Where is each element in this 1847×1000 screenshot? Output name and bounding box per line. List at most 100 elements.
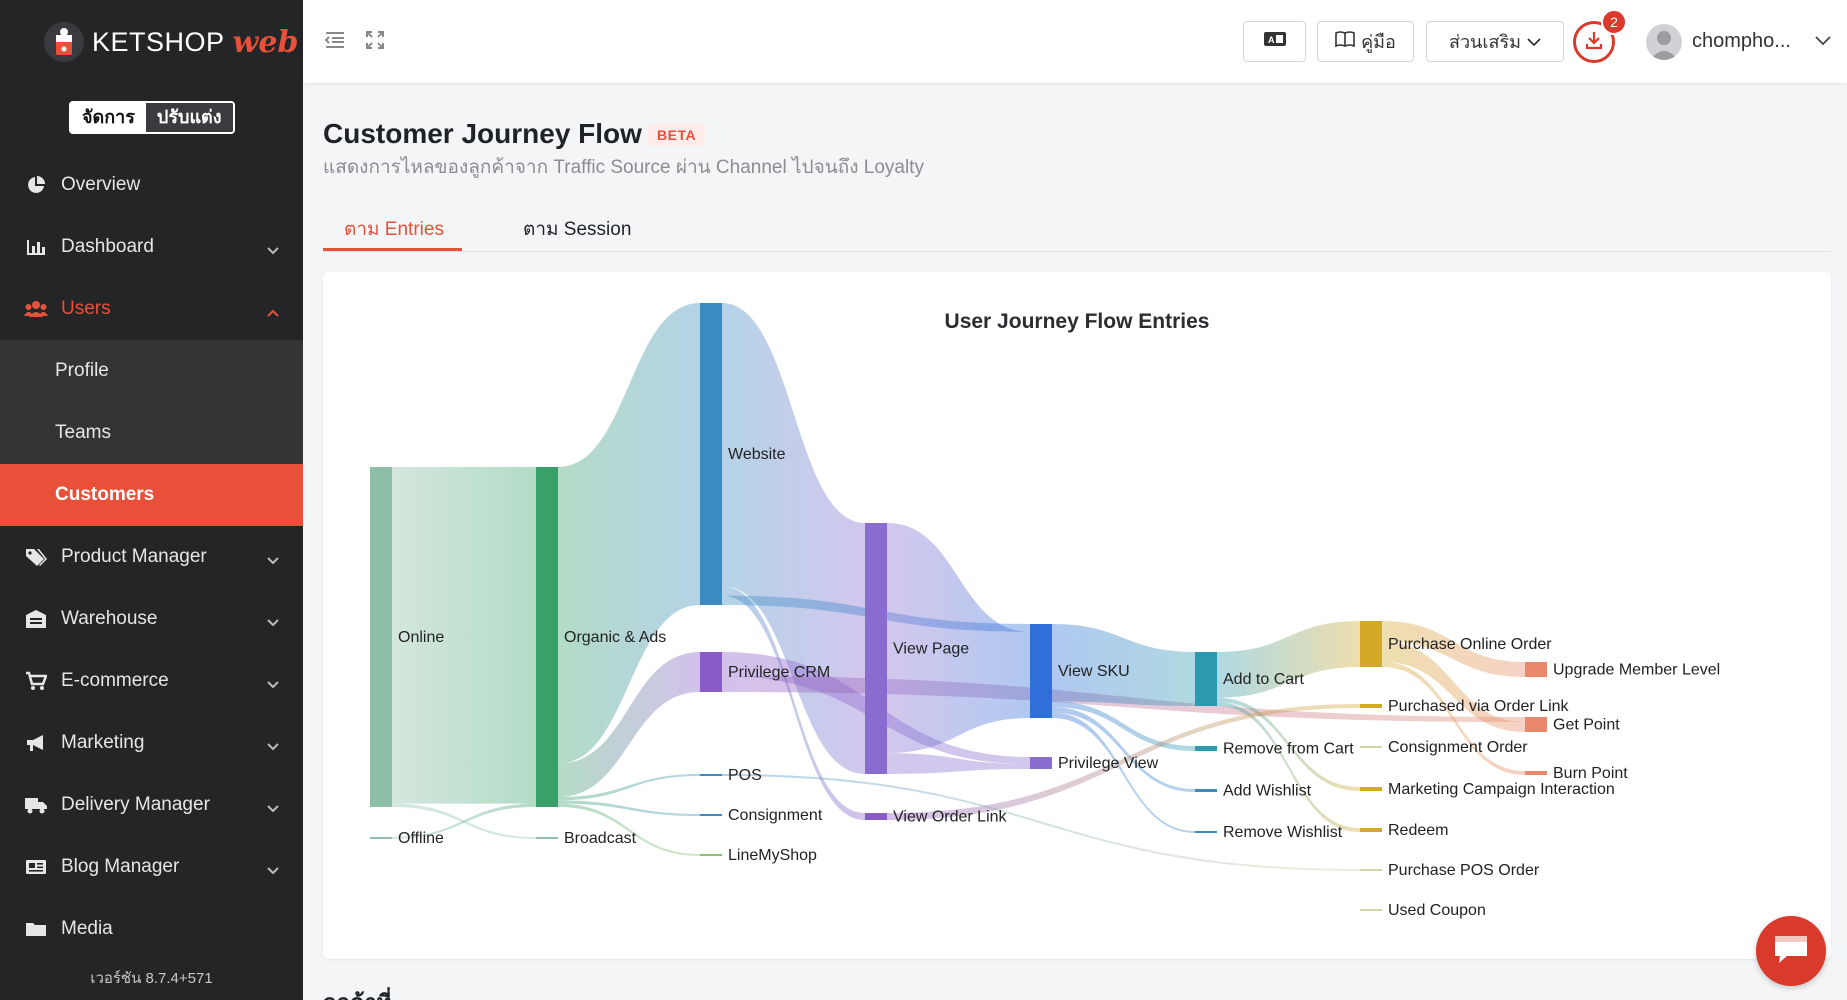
tab-session[interactable]: ตาม Session: [523, 214, 631, 244]
sankey-node-label: View Order Link: [893, 809, 1008, 826]
sankey-node-redeem[interactable]: [1360, 828, 1382, 832]
mode-manage-button[interactable]: จัดการ: [71, 103, 146, 132]
addons-dropdown[interactable]: ส่วนเสริม: [1426, 21, 1564, 62]
sidebar-item-warehouse[interactable]: Warehouse: [0, 588, 303, 650]
sidebar-item-delivery-manager[interactable]: Delivery Manager: [0, 774, 303, 836]
sankey-node-label: Purchased via Order Link: [1388, 698, 1570, 715]
sankey-node-label: Offline: [398, 830, 444, 847]
page-title: Customer Journey Flow: [323, 118, 642, 149]
sankey-node-burn-point[interactable]: [1525, 771, 1547, 775]
sankey-node-website[interactable]: [700, 303, 722, 605]
sankey-node-remove-from-cart[interactable]: [1195, 746, 1217, 751]
sankey-node-purchase-online-order[interactable]: [1360, 621, 1382, 667]
flow-link-add-to-cart-to-redeem[interactable]: [1217, 701, 1360, 832]
sankey-node-view-order-link[interactable]: [865, 813, 887, 820]
chart-card: User Journey Flow Entries Online Offline O…: [323, 272, 1831, 959]
sankey-node-label: Purchase Online Order: [1388, 636, 1552, 653]
language-button[interactable]: A: [1243, 21, 1306, 62]
sankey-node-broadcast[interactable]: [536, 837, 558, 839]
sankey-node-offline[interactable]: [370, 837, 392, 839]
chevron-down-icon: [267, 859, 279, 881]
sankey-node-label: POS: [728, 767, 762, 784]
sankey-node-used-coupon[interactable]: [1360, 909, 1382, 911]
sankey-chart: Online Offline Organic & Ads Broadcast Websi…: [370, 303, 1720, 919]
page-subtitle: แสดงการไหลของลูกค้าจาก Traffic Source ผ่…: [323, 157, 924, 178]
sidebar-subitem-customers[interactable]: Customers: [0, 464, 303, 526]
sankey-node-label: View SKU: [1058, 663, 1130, 680]
sankey-node-consignment[interactable]: [700, 814, 722, 816]
active-tab-indicator: [323, 248, 462, 251]
chat-icon: [1771, 932, 1811, 971]
flow-link-view-sku-to-remove-wishlist[interactable]: [1052, 712, 1195, 833]
view-tabs: ตาม Entries ตาม Session: [323, 204, 1830, 252]
chevron-down-icon: [267, 735, 279, 757]
downloads-count-badge: 2: [1601, 9, 1627, 35]
sankey-node-consignment-order[interactable]: [1360, 746, 1382, 748]
sidebar-nav: Overview Dashboard Users Profile Teams C…: [0, 154, 303, 960]
logo-mark-icon: [44, 22, 84, 62]
sidebar-item-dashboard[interactable]: Dashboard: [0, 216, 303, 278]
sankey-node-label: Remove from Cart: [1223, 741, 1354, 758]
sankey-node-marketing-campaign-interaction[interactable]: [1360, 787, 1382, 791]
sidebar-item-media[interactable]: Media: [0, 898, 303, 960]
tab-entries[interactable]: ตาม Entries: [344, 214, 444, 244]
collapse-sidebar-icon[interactable]: [324, 30, 346, 55]
sankey-node-purchase-pos-order[interactable]: [1360, 869, 1382, 871]
chevron-down-icon[interactable]: [1815, 33, 1831, 51]
sidebar-item-blog-manager[interactable]: Blog Manager: [0, 836, 303, 898]
chevron-down-icon: [267, 611, 279, 633]
sankey-node-label: Marketing Campaign Interaction: [1388, 781, 1615, 798]
sidebar-item-label: Dashboard: [61, 236, 154, 257]
download-icon: [1584, 30, 1604, 55]
fullscreen-icon[interactable]: [365, 30, 385, 55]
sankey-node-organic-ads[interactable]: [536, 467, 558, 807]
chat-button[interactable]: [1756, 916, 1826, 986]
sankey-node-privilege-crm[interactable]: [700, 652, 722, 692]
sankey-node-get-point[interactable]: [1525, 717, 1547, 732]
chevron-up-icon: [267, 301, 279, 323]
sankey-node-label: Used Coupon: [1388, 902, 1486, 919]
sankey-node-add-wishlist[interactable]: [1195, 789, 1217, 792]
mode-switch: จัดการ ปรับแต่ง: [69, 101, 235, 134]
sidebar-item-marketing[interactable]: Marketing: [0, 712, 303, 774]
sidebar-subitem-teams[interactable]: Teams: [0, 402, 303, 464]
sankey-node-purchased-via-order-link[interactable]: [1360, 704, 1382, 708]
sidebar-item-label: Users: [61, 298, 111, 319]
sankey-node-label: Consignment: [728, 807, 823, 824]
sidebar-item-users[interactable]: Users: [0, 278, 303, 340]
sidebar-item-label: Delivery Manager: [61, 794, 210, 815]
sidebar-item-ecommerce[interactable]: E-commerce: [0, 650, 303, 712]
mode-customize-button[interactable]: ปรับแต่ง: [145, 103, 233, 132]
avatar[interactable]: [1646, 24, 1682, 60]
sankey-node-upgrade-member-level[interactable]: [1525, 662, 1547, 677]
brand-name: KETSHOP: [92, 26, 225, 57]
translate-icon: A: [1263, 31, 1287, 52]
sankey-node-label: Get Point: [1553, 717, 1620, 734]
sidebar-item-product-manager[interactable]: Product Manager: [0, 526, 303, 588]
book-icon: [1335, 31, 1355, 52]
brand-logo[interactable]: KETSHOP web: [44, 20, 298, 64]
sidebar-item-label: Product Manager: [61, 546, 207, 567]
manual-label: คู่มือ: [1361, 32, 1396, 52]
megaphone-icon: [24, 731, 48, 755]
sankey-node-linemyshop[interactable]: [700, 854, 722, 856]
sidebar-item-label: Marketing: [61, 732, 145, 753]
sankey-node-online[interactable]: [370, 467, 392, 807]
sankey-node-privilege-view[interactable]: [1030, 757, 1052, 769]
sidebar-item-overview[interactable]: Overview: [0, 154, 303, 216]
sankey-node-view-page[interactable]: [865, 523, 887, 774]
sankey-node-remove-wishlist[interactable]: [1195, 831, 1217, 833]
flow-link-view-page-to-view-sku[interactable]: [887, 523, 1030, 754]
sankey-node-label: Upgrade Member Level: [1553, 662, 1720, 679]
sankey-node-label: Redeem: [1388, 822, 1448, 839]
users-icon: [24, 297, 48, 321]
app-version: เวอร์ชัน 8.7.4+571: [90, 970, 213, 987]
sankey-node-label: Broadcast: [564, 830, 637, 847]
sankey-node-pos[interactable]: [700, 774, 722, 776]
sankey-node-add-to-cart[interactable]: [1195, 652, 1217, 706]
sidebar-subitem-profile[interactable]: Profile: [0, 340, 303, 402]
sankey-node-view-sku[interactable]: [1030, 624, 1052, 718]
sidebar-item-label: Warehouse: [61, 608, 158, 629]
manual-button[interactable]: คู่มือ: [1317, 21, 1414, 62]
username[interactable]: chompho...: [1692, 30, 1791, 53]
